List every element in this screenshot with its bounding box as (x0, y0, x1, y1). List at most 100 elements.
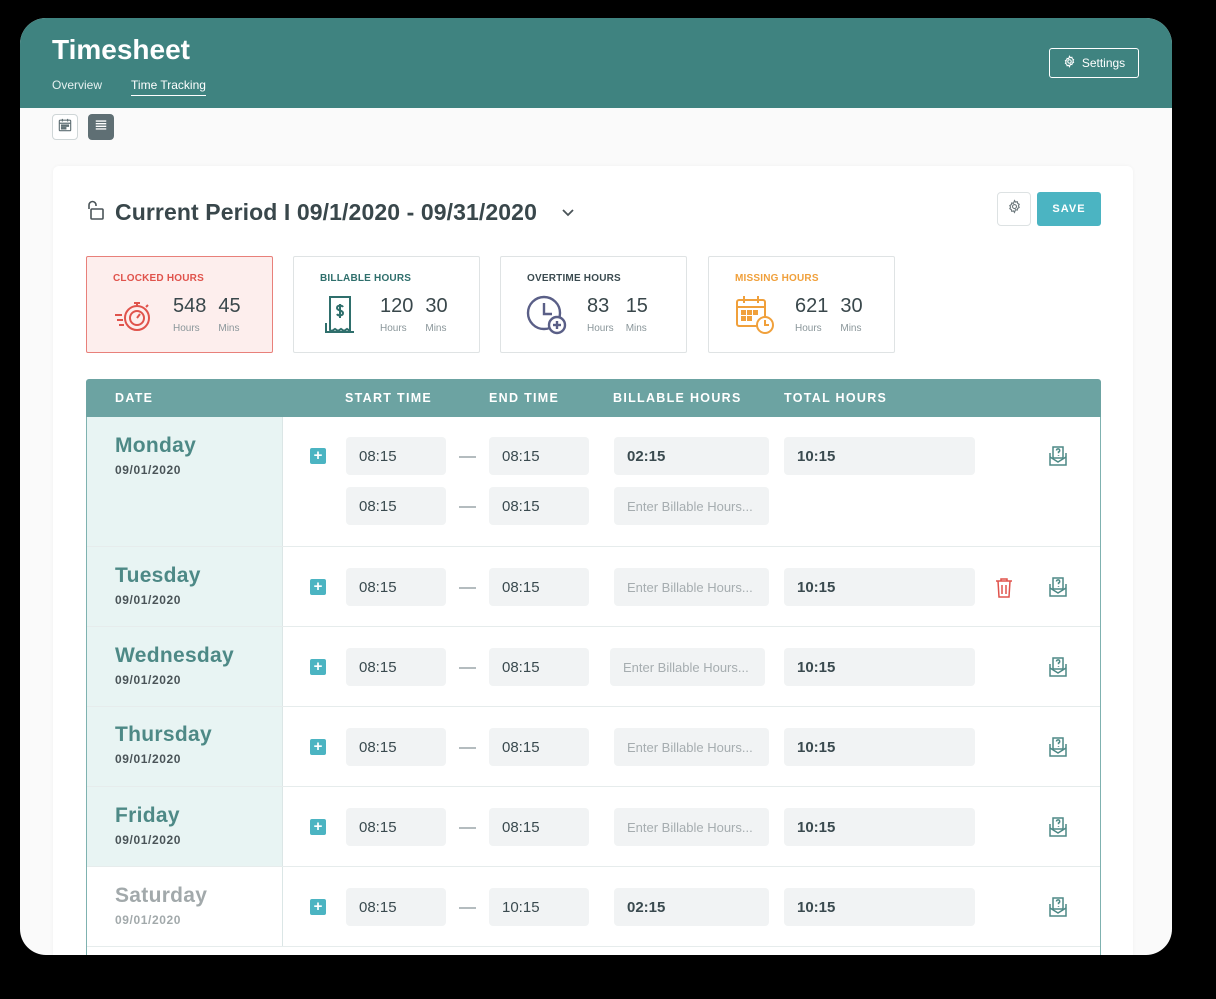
add-entry-button[interactable]: + (310, 739, 326, 755)
billable-hours-input[interactable]: 02:15 (614, 888, 769, 926)
tab-overview[interactable]: Overview (52, 78, 102, 96)
date-cell: Wednesday 09/01/2020 (87, 627, 283, 706)
stat-mins-value: 30 (425, 295, 448, 317)
save-button[interactable]: SAVE (1037, 192, 1101, 226)
stat-mins-value: 45 (218, 295, 241, 317)
time-range-separator (459, 667, 476, 669)
total-hours-field: 10:15 (784, 888, 975, 926)
column-header-date: DATE (115, 391, 154, 405)
stat-hours-unit: Hours (795, 323, 822, 334)
table-row: Thursday 09/01/2020 + 08:15 08:15 Enter … (87, 707, 1100, 787)
stat-card-missing-hours: MISSING HOURS 621 Hours 30 Mins (708, 256, 895, 353)
billable-hours-input[interactable]: Enter Billable Hours... (614, 728, 769, 766)
time-range-separator (459, 907, 476, 909)
stat-label: MISSING HOURS (735, 273, 819, 284)
table-row: Saturday 09/01/2020 + 08:15 10:15 02:15 … (87, 867, 1100, 947)
total-hours-field: 10:15 (784, 728, 975, 766)
column-header-start-time: START TIME (345, 391, 433, 405)
stat-mins-value: 15 (625, 295, 648, 317)
gear-icon (1063, 55, 1076, 71)
total-hours-field: 10:15 (784, 648, 975, 686)
end-time-input[interactable]: 08:15 (489, 437, 589, 475)
billable-hours-input[interactable]: Enter Billable Hours... (610, 648, 765, 686)
day-name: Friday (115, 804, 180, 827)
date-cell: Tuesday 09/01/2020 (87, 547, 283, 626)
stat-hours-unit: Hours (173, 323, 200, 334)
unlock-icon (85, 199, 105, 226)
end-time-input[interactable]: 08:15 (489, 487, 589, 525)
submit-timesheet-icon[interactable] (1047, 896, 1069, 923)
day-date: 09/01/2020 (115, 752, 182, 766)
app-header: Timesheet Overview Time Tracking Setting… (20, 18, 1172, 108)
end-time-input[interactable]: 10:15 (489, 888, 589, 926)
billable-hours-input[interactable]: Enter Billable Hours... (614, 808, 769, 846)
day-date: 09/01/2020 (115, 673, 182, 687)
time-range-separator (459, 827, 476, 829)
day-name: Saturday (115, 884, 208, 907)
tab-bar: Overview Time Tracking (52, 78, 206, 96)
end-time-input[interactable]: 08:15 (489, 728, 589, 766)
submit-timesheet-icon[interactable] (1047, 445, 1069, 472)
stopwatch-icon (111, 293, 155, 337)
stat-mins-unit: Mins (625, 323, 647, 334)
chevron-down-icon[interactable] (561, 204, 575, 222)
add-entry-button[interactable]: + (310, 448, 326, 464)
day-date: 09/01/2020 (115, 593, 182, 607)
table-row: Monday 09/01/2020 + 08:15 08:15 02:15 10… (87, 417, 1100, 547)
page-title: Timesheet (52, 34, 190, 65)
day-name: Tuesday (115, 564, 201, 587)
start-time-input[interactable]: 08:15 (346, 728, 446, 766)
stat-mins-unit: Mins (218, 323, 240, 334)
total-hours-field: 10:15 (784, 568, 975, 606)
submit-timesheet-icon[interactable] (1047, 576, 1069, 603)
table-row: Tuesday 09/01/2020 + 08:15 08:15 Enter B… (87, 547, 1100, 627)
settings-button[interactable]: Settings (1049, 48, 1139, 78)
billable-hours-input[interactable]: 02:15 (614, 437, 769, 475)
day-name: Wednesday (115, 644, 235, 667)
stat-card-billable-hours: BILLABLE HOURS 120 Hours 30 Mins (293, 256, 480, 353)
submit-timesheet-icon[interactable] (1047, 656, 1069, 683)
stat-hours-unit: Hours (587, 323, 614, 334)
date-cell: Saturday 09/01/2020 (87, 867, 283, 946)
table-header: DATE START TIME END TIME BILLABLE HOURS … (86, 379, 1101, 417)
stat-mins-unit: Mins (425, 323, 447, 334)
add-entry-button[interactable]: + (310, 579, 326, 595)
end-time-input[interactable]: 08:15 (489, 568, 589, 606)
list-icon (94, 118, 108, 137)
settings-label: Settings (1081, 56, 1126, 70)
date-cell: Friday 09/01/2020 (87, 787, 283, 866)
table-row: Friday 09/01/2020 + 08:15 08:15 Enter Bi… (87, 787, 1100, 867)
period-settings-button[interactable] (997, 192, 1031, 226)
start-time-input[interactable]: 08:15 (346, 437, 446, 475)
date-cell: Monday 09/01/2020 (87, 417, 283, 546)
add-entry-button[interactable]: + (310, 899, 326, 915)
list-view-button[interactable] (88, 114, 114, 140)
end-time-input[interactable]: 08:15 (489, 648, 589, 686)
start-time-input[interactable]: 08:15 (346, 808, 446, 846)
calendar-view-button[interactable] (52, 114, 78, 140)
column-header-total-hours: TOTAL HOURS (784, 391, 888, 405)
stat-label: BILLABLE HOURS (320, 273, 412, 284)
time-range-separator (459, 747, 476, 749)
submit-timesheet-icon[interactable] (1047, 736, 1069, 763)
add-entry-button[interactable]: + (310, 819, 326, 835)
tab-time-tracking[interactable]: Time Tracking (131, 78, 206, 96)
end-time-input[interactable]: 08:15 (489, 808, 589, 846)
add-entry-button[interactable]: + (310, 659, 326, 675)
billable-hours-input[interactable]: Enter Billable Hours... (614, 487, 769, 525)
start-time-input[interactable]: 08:15 (346, 568, 446, 606)
calendar-icon (58, 118, 72, 137)
table-body: Monday 09/01/2020 + 08:15 08:15 02:15 10… (86, 417, 1101, 955)
column-header-billable-hours: BILLABLE HOURS (613, 391, 742, 405)
submit-timesheet-icon[interactable] (1047, 816, 1069, 843)
billable-hours-input[interactable]: Enter Billable Hours... (614, 568, 769, 606)
trash-icon[interactable] (995, 577, 1013, 604)
receipt-dollar-icon (318, 293, 362, 337)
view-toggle (52, 114, 114, 140)
period-title: Current Period I 09/1/2020 - 09/31/2020 (115, 199, 537, 225)
start-time-input[interactable]: 08:15 (346, 648, 446, 686)
start-time-input[interactable]: 08:15 (346, 487, 446, 525)
stat-hours-value: 621 (795, 295, 829, 317)
start-time-input[interactable]: 08:15 (346, 888, 446, 926)
stat-hours-value: 83 (587, 295, 610, 317)
